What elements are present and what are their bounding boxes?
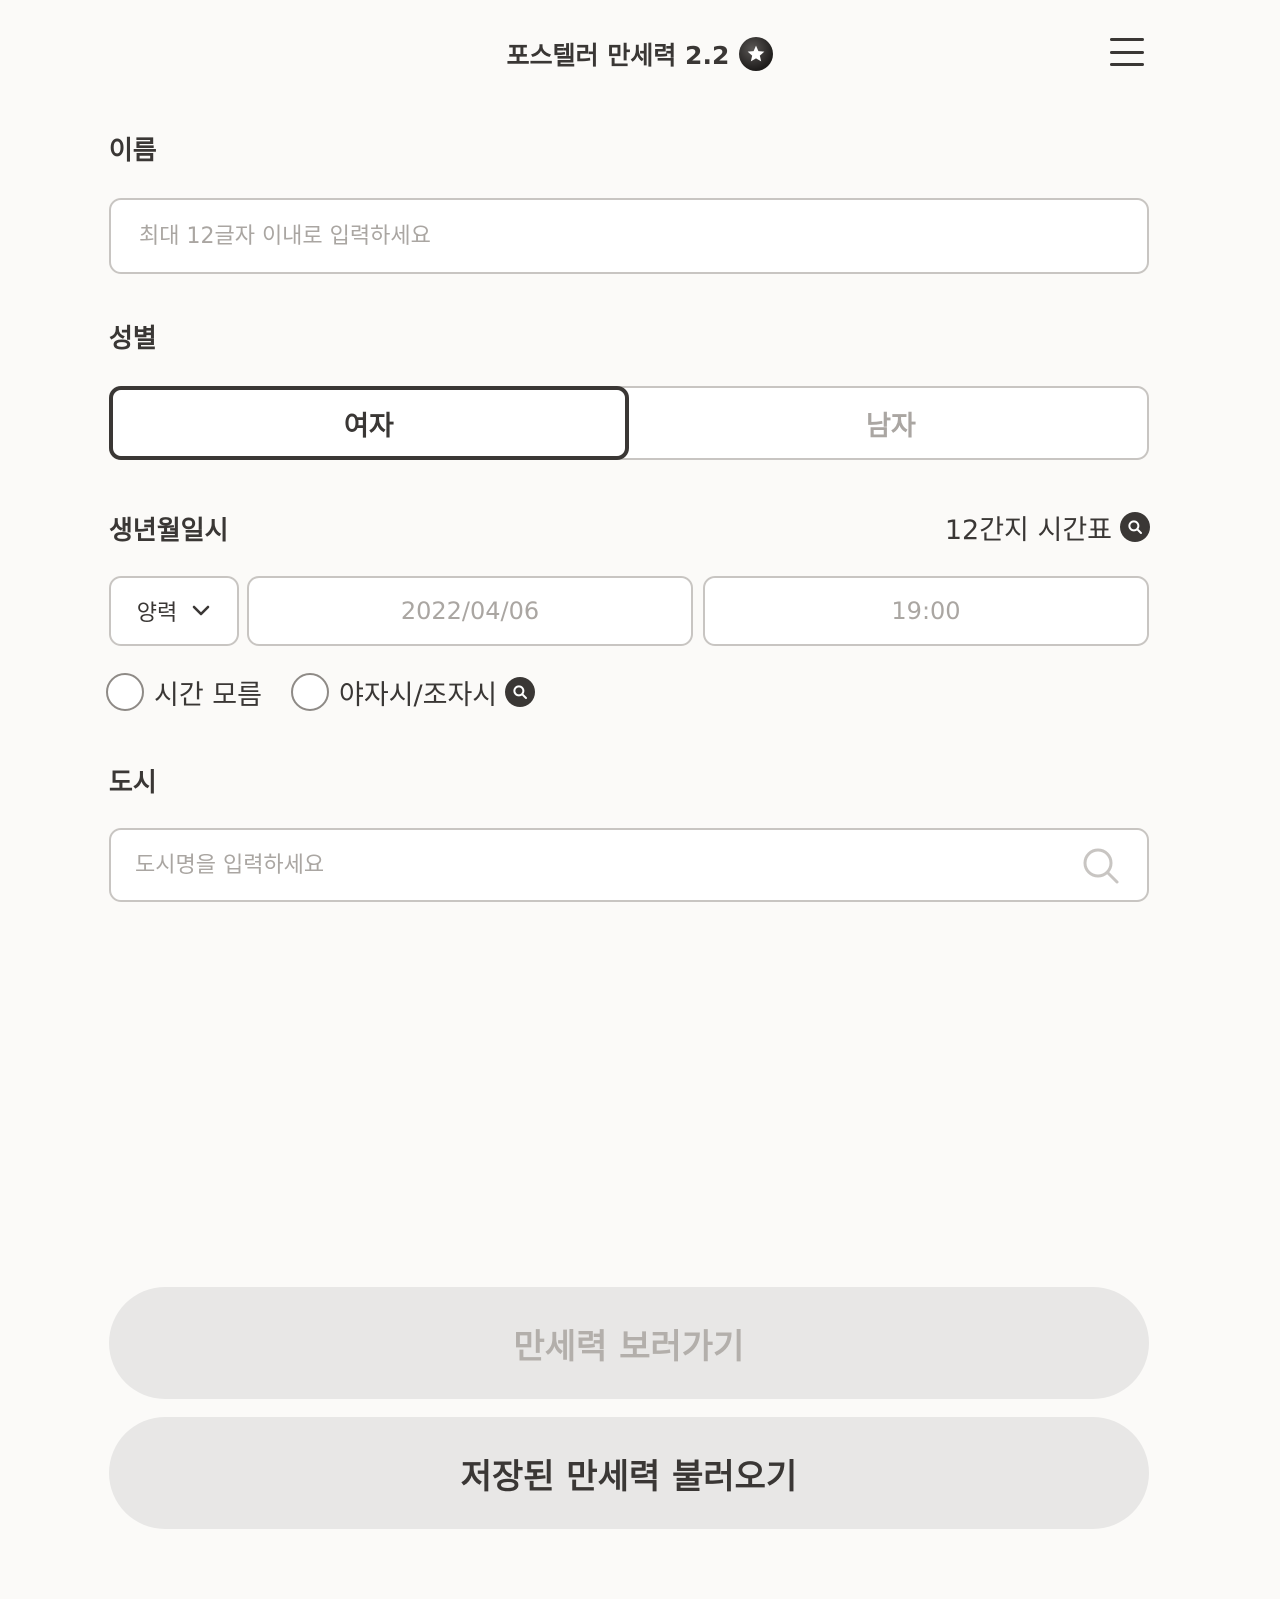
search-icon[interactable]	[505, 677, 536, 707]
city-label: 도시	[109, 768, 157, 798]
night-time-label: 야자시/조자시	[339, 679, 498, 711]
timetable-link-label: 12간지 시간표	[944, 514, 1112, 546]
app-header: 포스텔러 만세력 2.2	[0, 0, 1280, 108]
gender-option-male[interactable]: 남자	[631, 386, 1151, 460]
unknown-time-radio[interactable]	[106, 673, 144, 711]
hamburger-menu-icon[interactable]	[1108, 36, 1146, 68]
night-time-option[interactable]: 야자시/조자시	[291, 672, 536, 712]
app-title-wrap: 포스텔러 만세력 2.2	[0, 36, 1280, 72]
name-input[interactable]	[111, 200, 1147, 272]
app-title: 포스텔러 만세력 2.2	[506, 41, 730, 70]
birth-date-input[interactable]: 2022/04/06	[247, 576, 693, 646]
name-label: 이름	[109, 136, 157, 166]
search-icon	[1120, 512, 1150, 542]
unknown-time-label: 시간 모름	[154, 679, 262, 711]
view-manseryeok-button[interactable]: 만세력 보러가기	[109, 1287, 1149, 1399]
load-saved-button[interactable]: 저장된 만세력 불러오기	[109, 1417, 1149, 1529]
gender-label: 성별	[109, 324, 157, 354]
name-field-wrap	[109, 198, 1149, 274]
star-badge-icon	[739, 37, 774, 71]
birth-date-placeholder: 2022/04/06	[400, 597, 540, 625]
birth-time-input[interactable]: 19:00	[703, 576, 1149, 646]
unknown-time-option[interactable]: 시간 모름	[106, 672, 262, 712]
calendar-type-value: 양력	[136, 601, 178, 626]
chevron-down-icon	[192, 605, 210, 616]
search-icon[interactable]	[1081, 846, 1121, 886]
calendar-type-select[interactable]: 양력	[109, 576, 239, 646]
city-field-wrap	[109, 828, 1149, 902]
timetable-link[interactable]: 12간지 시간표	[940, 508, 1150, 546]
night-time-radio[interactable]	[291, 673, 329, 711]
gender-toggle: 여자 남자	[109, 386, 1149, 460]
gender-option-female[interactable]: 여자	[109, 386, 629, 460]
birth-label: 생년월일시	[109, 516, 229, 546]
city-input[interactable]	[111, 830, 1051, 900]
birth-time-placeholder: 19:00	[891, 597, 961, 625]
